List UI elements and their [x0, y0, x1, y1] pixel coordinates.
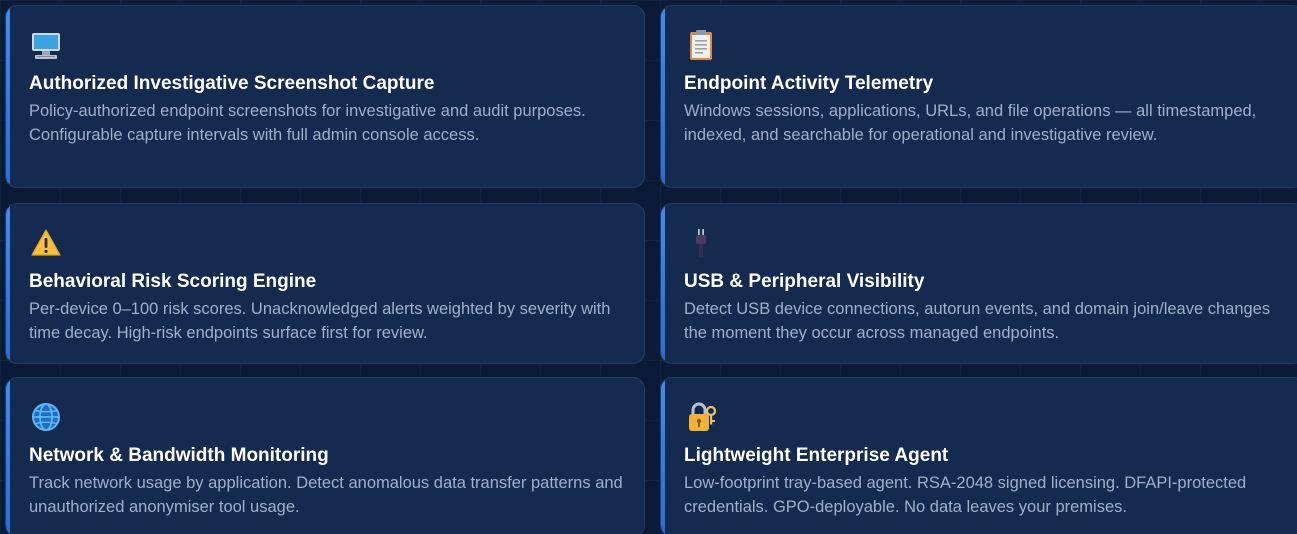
- feature-title: Network & Bandwidth Monitoring: [29, 445, 329, 466]
- feature-title: Lightweight Enterprise Agent: [684, 445, 949, 466]
- globe-icon: [29, 400, 63, 434]
- feature-grid: Authorized Investigative Screenshot Capt…: [5, 5, 1297, 534]
- feature-description: Windows sessions, applications, URLs, an…: [684, 102, 1257, 144]
- feature-description: Low-footprint tray-based agent. RSA-2048…: [684, 474, 1247, 516]
- feature-card-network-monitoring: Network & Bandwidth Monitoring Track net…: [5, 377, 645, 534]
- feature-title: Authorized Investigative Screenshot Capt…: [29, 73, 435, 94]
- feature-title: Behavioral Risk Scoring Engine: [29, 271, 317, 292]
- lock-with-key-icon: [684, 400, 718, 434]
- feature-title: Endpoint Activity Telemetry: [684, 73, 934, 94]
- feature-card-activity-telemetry: Endpoint Activity Telemetry Windows sess…: [660, 5, 1297, 188]
- feature-description: Per-device 0–100 risk scores. Unacknowle…: [29, 300, 611, 342]
- feature-card-risk-scoring: Behavioral Risk Scoring Engine Per-devic…: [5, 203, 645, 364]
- feature-card-screenshot-capture: Authorized Investigative Screenshot Capt…: [5, 5, 645, 188]
- clipboard-icon: [684, 28, 718, 62]
- usb-plug-icon: [684, 226, 718, 260]
- feature-description: Policy-authorized endpoint screenshots f…: [29, 102, 586, 144]
- feature-description: Track network usage by application. Dete…: [29, 474, 623, 516]
- warning-icon: [29, 226, 63, 260]
- feature-title: USB & Peripheral Visibility: [684, 271, 925, 292]
- feature-description: Detect USB device connections, autorun e…: [684, 300, 1271, 342]
- desktop-computer-icon: [29, 28, 63, 62]
- feature-card-enterprise-agent: Lightweight Enterprise Agent Low-footpri…: [660, 377, 1297, 534]
- feature-card-usb-visibility: USB & Peripheral Visibility Detect USB d…: [660, 203, 1297, 364]
